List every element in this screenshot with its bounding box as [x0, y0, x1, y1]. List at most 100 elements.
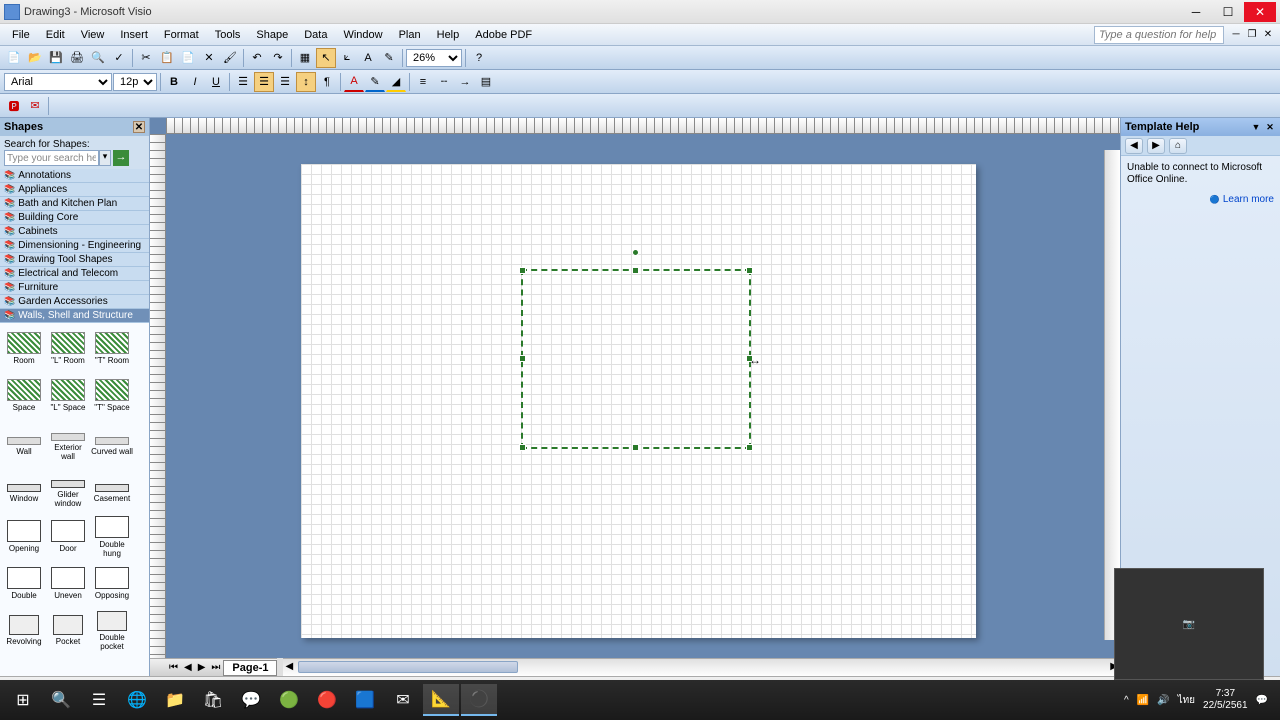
- shape-item[interactable]: Exterior wall: [47, 420, 89, 465]
- format-painter-button[interactable]: 🖌: [220, 48, 240, 68]
- tray-volume-icon[interactable]: 🔊: [1157, 695, 1169, 706]
- help-back-button[interactable]: ◀: [1125, 138, 1143, 154]
- underline-button[interactable]: U: [206, 72, 226, 92]
- menu-data[interactable]: Data: [296, 27, 335, 43]
- stencil-item[interactable]: Cabinets: [0, 225, 149, 239]
- selection-handle-middle-left[interactable]: [519, 355, 526, 362]
- canvas-viewport[interactable]: ↔: [166, 134, 1120, 658]
- tray-network-icon[interactable]: 📶: [1137, 695, 1149, 706]
- stencil-item[interactable]: Garden Accessories: [0, 295, 149, 309]
- drawing-page[interactable]: ↔: [301, 164, 976, 638]
- pointer-tool-button[interactable]: ↖: [316, 48, 336, 68]
- align-left-button[interactable]: ☰: [233, 72, 253, 92]
- undo-button[interactable]: ↶: [247, 48, 267, 68]
- selection-handle-top-right[interactable]: [746, 267, 753, 274]
- new-button[interactable]: 📄: [4, 48, 24, 68]
- line-ends-button[interactable]: →: [455, 72, 475, 92]
- help-panel-close-button[interactable]: ✕: [1264, 121, 1276, 133]
- vertical-scrollbar[interactable]: [1104, 150, 1120, 640]
- shape-item[interactable]: Space: [3, 373, 45, 418]
- search-shapes-input[interactable]: [4, 150, 99, 166]
- shape-item[interactable]: Door: [47, 514, 89, 559]
- shape-item[interactable]: Revolving: [3, 608, 45, 653]
- align-middle-button[interactable]: ↕: [296, 72, 316, 92]
- selection-handle-bottom-left[interactable]: [519, 444, 526, 451]
- paste-button[interactable]: 📄: [178, 48, 198, 68]
- horizontal-scroll-thumb[interactable]: [298, 661, 518, 673]
- start-button[interactable]: ⊞: [5, 684, 41, 716]
- selection-handle-top-left[interactable]: [519, 267, 526, 274]
- connector-tool-button[interactable]: ⟀: [337, 48, 357, 68]
- cut-button[interactable]: ✂: [136, 48, 156, 68]
- shape-item[interactable]: Window: [3, 467, 45, 512]
- line-weight-button[interactable]: ≡: [413, 72, 433, 92]
- help-home-button[interactable]: ⌂: [1169, 138, 1187, 154]
- fontsize-combo[interactable]: 12pt: [113, 73, 157, 91]
- stencil-item[interactable]: Dimensioning - Engineering: [0, 239, 149, 253]
- shape-item[interactable]: "L" Space: [47, 373, 89, 418]
- menu-plan[interactable]: Plan: [391, 27, 429, 43]
- shape-item[interactable]: Casement: [91, 467, 133, 512]
- open-button[interactable]: 📂: [25, 48, 45, 68]
- store-button[interactable]: 🛍: [195, 684, 231, 716]
- help-learn-more-link[interactable]: Learn more: [1210, 194, 1274, 206]
- selection-handle-top-middle[interactable]: [632, 267, 639, 274]
- font-color-button[interactable]: A: [344, 72, 364, 92]
- shape-item[interactable]: Double pocket: [91, 608, 133, 653]
- menu-adobe-pdf[interactable]: Adobe PDF: [467, 27, 540, 43]
- stencil-item[interactable]: Walls, Shell and Structure: [0, 309, 149, 323]
- format-button[interactable]: ▤: [476, 72, 496, 92]
- save-button[interactable]: 💾: [46, 48, 66, 68]
- print-button[interactable]: 🖨: [67, 48, 87, 68]
- redo-button[interactable]: ↷: [268, 48, 288, 68]
- stencil-item[interactable]: Annotations: [0, 169, 149, 183]
- stencil-item[interactable]: Bath and Kitchen Plan: [0, 197, 149, 211]
- task-view-button[interactable]: ☰: [81, 684, 117, 716]
- copy-button[interactable]: 📋: [157, 48, 177, 68]
- minimize-button[interactable]: ─: [1180, 2, 1212, 22]
- shape-item[interactable]: "T" Space: [91, 373, 133, 418]
- shape-item[interactable]: Pocket: [47, 608, 89, 653]
- edge-button[interactable]: 🌐: [119, 684, 155, 716]
- shape-item[interactable]: Uneven: [47, 561, 89, 606]
- shapes-window-button[interactable]: ▦: [295, 48, 315, 68]
- selection-handle-bottom-middle[interactable]: [632, 444, 639, 451]
- menu-file[interactable]: File: [4, 27, 38, 43]
- align-center-button[interactable]: ☰: [254, 72, 274, 92]
- help-question-input[interactable]: [1094, 26, 1224, 44]
- shape-item[interactable]: Double hung: [91, 514, 133, 559]
- stencil-item[interactable]: Drawing Tool Shapes: [0, 253, 149, 267]
- help-button[interactable]: ?: [469, 48, 489, 68]
- maximize-button[interactable]: ☐: [1212, 2, 1244, 22]
- menu-insert[interactable]: Insert: [112, 27, 156, 43]
- line-pattern-button[interactable]: ╌: [434, 72, 454, 92]
- menu-format[interactable]: Format: [156, 27, 207, 43]
- search-options-dropdown[interactable]: ▾: [99, 150, 111, 166]
- shape-item[interactable]: Curved wall: [91, 420, 133, 465]
- stencil-item[interactable]: Furniture: [0, 281, 149, 295]
- stencil-item[interactable]: Building Core: [0, 211, 149, 225]
- shape-item[interactable]: Wall: [3, 420, 45, 465]
- shape-item[interactable]: Room: [3, 326, 45, 371]
- mail-button[interactable]: ✉: [385, 684, 421, 716]
- menu-view[interactable]: View: [73, 27, 113, 43]
- page-first-button[interactable]: ⏮: [166, 662, 181, 673]
- pdf-convert-button[interactable]: 🅿: [4, 96, 24, 116]
- shape-item[interactable]: Glider window: [47, 467, 89, 512]
- menu-tools[interactable]: Tools: [207, 27, 249, 43]
- page-tab-1[interactable]: Page-1: [223, 660, 277, 676]
- line-app-button[interactable]: 💬: [233, 684, 269, 716]
- shapes-panel-close-button[interactable]: ✕: [133, 121, 145, 133]
- shape-item[interactable]: Opposing: [91, 561, 133, 606]
- menu-window[interactable]: Window: [335, 27, 390, 43]
- page-last-button[interactable]: ⏭: [208, 662, 223, 673]
- search-shapes-go-button[interactable]: →: [113, 150, 129, 166]
- selected-room-shape[interactable]: ↔: [521, 269, 751, 449]
- file-explorer-button[interactable]: 📁: [157, 684, 193, 716]
- shape-item[interactable]: Opening: [3, 514, 45, 559]
- line-color-button[interactable]: ✎: [365, 72, 385, 92]
- tray-language[interactable]: ไทย: [1178, 693, 1195, 708]
- font-combo[interactable]: Arial: [4, 73, 112, 91]
- search-button[interactable]: 🔍: [43, 684, 79, 716]
- obs-button[interactable]: ⚫: [461, 684, 497, 716]
